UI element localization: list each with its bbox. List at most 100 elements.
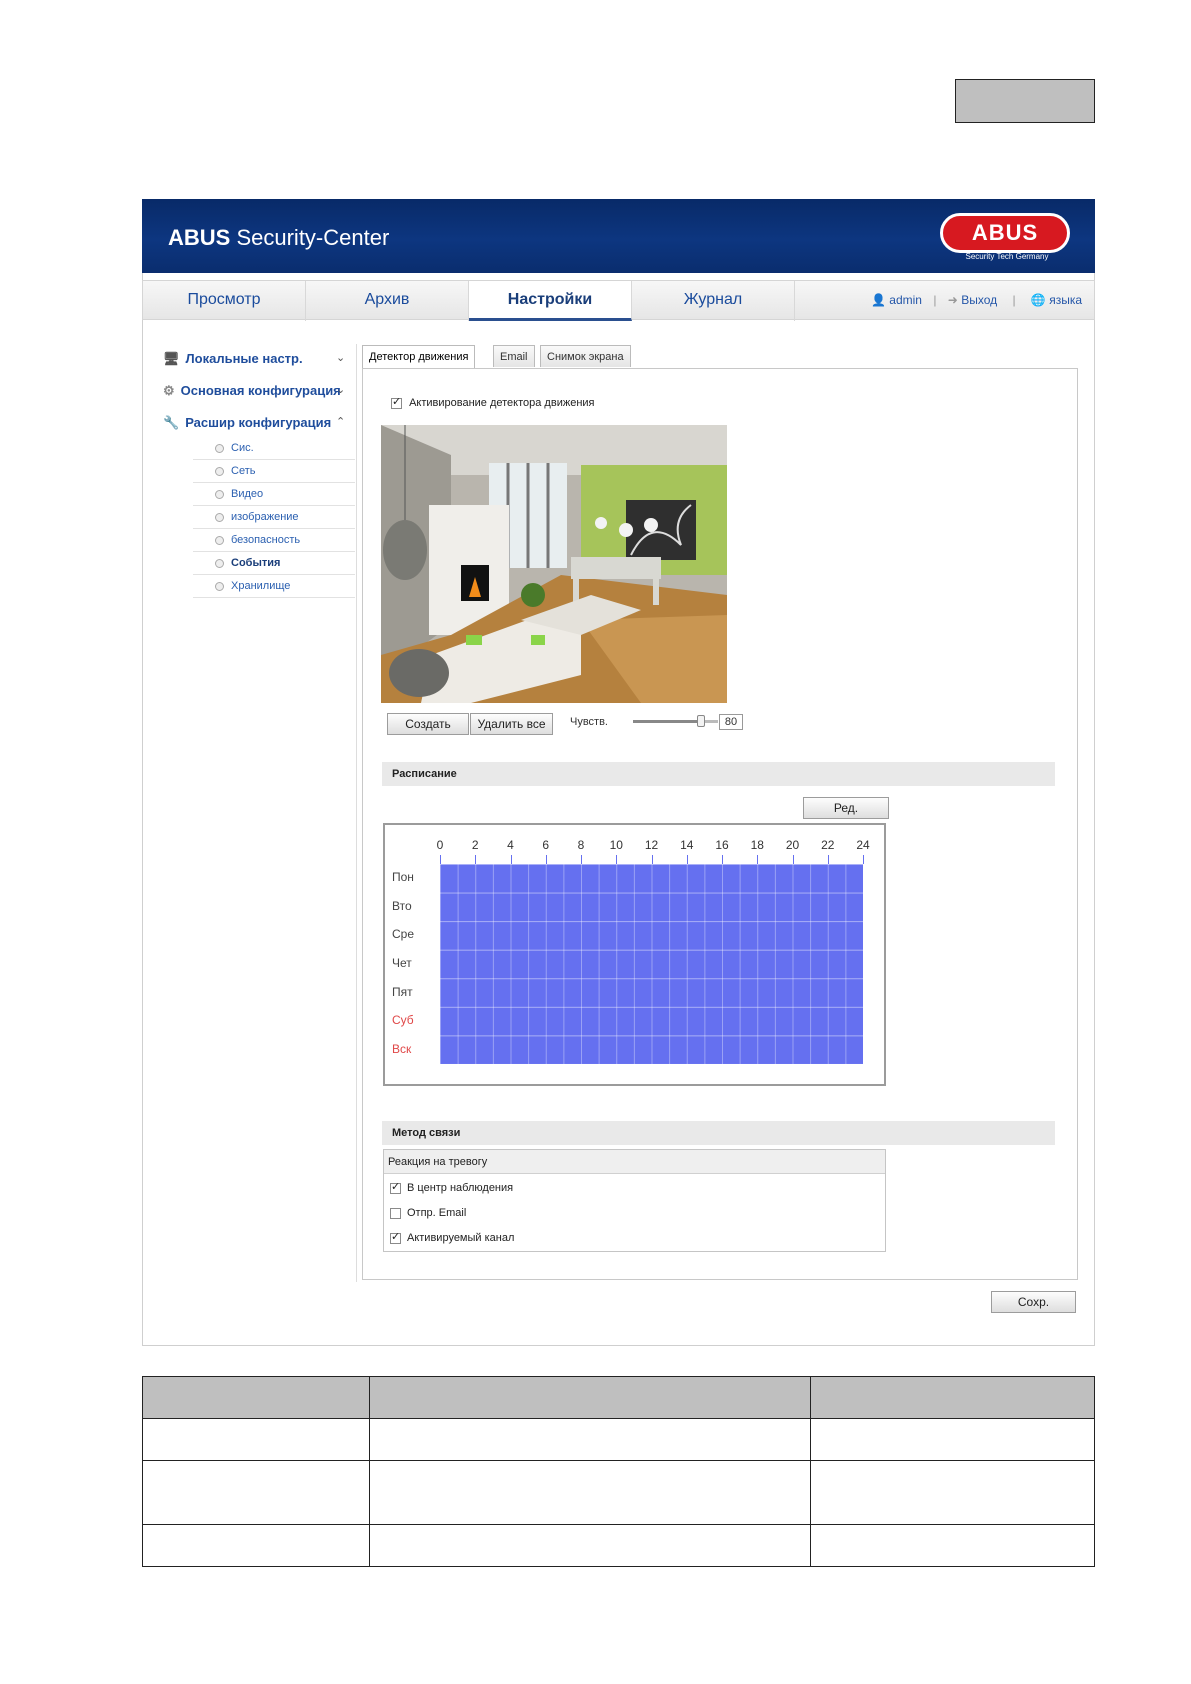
nav-tab-archive[interactable]: Архив	[306, 281, 469, 321]
day-label: Вск	[392, 1041, 412, 1056]
bullet-icon	[215, 558, 224, 568]
alarm-reaction-title: Реакция на тревогу	[384, 1150, 885, 1174]
delete-all-button[interactable]: Удалить все	[470, 713, 553, 735]
sidebar-item-advanced[interactable]: 🔧 Расшир конфигурация	[163, 415, 331, 431]
page-label-box	[955, 79, 1095, 123]
table-cell	[142, 1524, 370, 1567]
sensitivity-label: Чувств.	[570, 716, 608, 728]
app-title: ABUS Security-Center	[168, 225, 390, 250]
day-label: Вто	[392, 898, 412, 913]
hour-tick-mark	[828, 855, 829, 864]
nav-tab-log[interactable]: Журнал	[632, 281, 795, 321]
abus-logo: ABUS	[940, 213, 1070, 253]
tab-snapshot[interactable]: Снимок экрана	[540, 345, 631, 367]
sidebar-subitems: Сис. Сеть Видео изображение безопасность…	[193, 437, 355, 598]
table-row	[142, 1460, 1095, 1525]
user-icon: 👤	[871, 293, 886, 307]
sidebar-item-basic[interactable]: ⚙ Основная конфигурация	[163, 383, 341, 399]
trigger-channel-checkbox[interactable]	[390, 1230, 401, 1244]
sidebar-subitem-network[interactable]: Сеть	[193, 460, 355, 483]
hour-tick-mark	[440, 855, 441, 864]
hour-tick-label: 10	[609, 838, 623, 852]
send-email-checkbox[interactable]	[390, 1207, 401, 1219]
day-label: Пят	[392, 984, 413, 999]
linkage-section-title: Метод связи	[382, 1121, 1055, 1145]
chevron-down-icon[interactable]: ⌄	[336, 351, 345, 364]
hour-tick-label: 22	[821, 838, 835, 852]
sidebar-subitem-events[interactable]: События	[193, 552, 355, 575]
table-cell	[142, 1460, 370, 1525]
language-link[interactable]: языка	[1049, 293, 1082, 307]
nav-tab-settings[interactable]: Настройки	[469, 281, 632, 321]
wrench-icon: 🔧	[163, 415, 180, 430]
hour-tick-label: 6	[542, 838, 550, 852]
save-button[interactable]: Сохр.	[991, 1291, 1076, 1313]
hour-tick-mark	[616, 855, 617, 864]
option-trigger-channel: Активируемый канал	[390, 1230, 514, 1244]
sensitivity-value-field[interactable]: 80	[719, 714, 743, 730]
create-area-button[interactable]: Создать	[387, 713, 469, 735]
schedule-grid[interactable]	[440, 864, 863, 1064]
table-header-cell	[369, 1376, 811, 1419]
hour-tick-mark	[687, 855, 688, 864]
chevron-down-icon[interactable]: ⌄	[336, 383, 345, 396]
hour-tick-label: 18	[750, 838, 764, 852]
hour-tick-label: 14	[680, 838, 694, 852]
logo-tagline: Security Tech Germany	[965, 252, 1049, 261]
alarm-reaction-group: Реакция на тревогу В центр наблюдения От…	[383, 1149, 886, 1252]
sidebar-subitem-security[interactable]: безопасность	[193, 529, 355, 552]
nav-tab-live[interactable]: Просмотр	[143, 281, 306, 321]
edit-schedule-button[interactable]: Ред.	[803, 797, 889, 819]
sensitivity-slider-track[interactable]	[633, 715, 718, 727]
bullet-icon	[215, 512, 224, 522]
day-label: Пон	[392, 870, 414, 885]
hour-tick-label: 2	[471, 838, 479, 852]
sidebar-item-local[interactable]: 🖥 Локальные настр.	[163, 351, 303, 367]
main-nav: Просмотр Архив Настройки Журнал 👤 admin …	[142, 280, 1095, 321]
hour-tick-label: 8	[577, 838, 585, 852]
sidebar-subitem-storage[interactable]: Хранилище	[193, 575, 355, 598]
app-header: ABUS Security-Center ABUS Security Tech …	[142, 199, 1095, 273]
user-name[interactable]: admin	[889, 293, 922, 307]
sidebar-subitem-image[interactable]: изображение	[193, 506, 355, 529]
sensitivity-slider-thumb[interactable]	[697, 715, 705, 727]
hour-tick-label: 20	[785, 838, 800, 852]
table-cell	[369, 1460, 811, 1525]
tab-email[interactable]: Email	[493, 345, 535, 367]
bullet-icon	[215, 466, 224, 476]
sidebar-subitem-system[interactable]: Сис.	[193, 437, 355, 460]
user-area: 👤 admin | ➜ Выход | 🌐 языка	[871, 281, 1082, 321]
globe-icon: 🌐	[1030, 293, 1046, 307]
notify-center-checkbox[interactable]	[390, 1180, 401, 1194]
table-cell	[810, 1524, 1095, 1567]
bullet-icon	[215, 489, 224, 499]
hour-tick-mark	[546, 855, 547, 864]
table-row	[142, 1418, 1095, 1461]
table-cell	[142, 1418, 370, 1461]
table-row	[142, 1524, 1095, 1567]
enable-motion-checkbox[interactable]	[391, 395, 402, 409]
hour-tick-label: 16	[715, 838, 729, 852]
hour-tick-mark	[757, 855, 758, 864]
day-label: Чет	[392, 956, 412, 970]
table-header-cell	[142, 1376, 370, 1419]
sensitivity-slider-fill	[633, 720, 701, 723]
sidebar-subitem-video[interactable]: Видео	[193, 483, 355, 506]
enable-motion-label: Активирование детектора движения	[409, 397, 595, 409]
logout-link[interactable]: Выход	[961, 293, 997, 307]
tab-motion-detection[interactable]: Детектор движения	[362, 345, 476, 369]
hour-tick-label: 4	[507, 838, 514, 852]
camera-preview[interactable]	[381, 425, 727, 703]
logout-icon: ➜	[947, 293, 958, 307]
hour-tick-mark	[722, 855, 723, 864]
hour-tick-mark	[863, 855, 864, 864]
table-cell	[369, 1524, 811, 1567]
bullet-icon	[215, 443, 224, 453]
monitor-icon: 🖥	[163, 351, 180, 366]
chevron-up-icon[interactable]: ⌃	[336, 415, 345, 428]
bullet-icon	[215, 581, 224, 591]
living-room-image	[381, 425, 727, 703]
enable-motion-row: Активирование детектора движения	[391, 395, 595, 409]
separator: |	[1012, 293, 1016, 307]
table-cell	[369, 1418, 811, 1461]
